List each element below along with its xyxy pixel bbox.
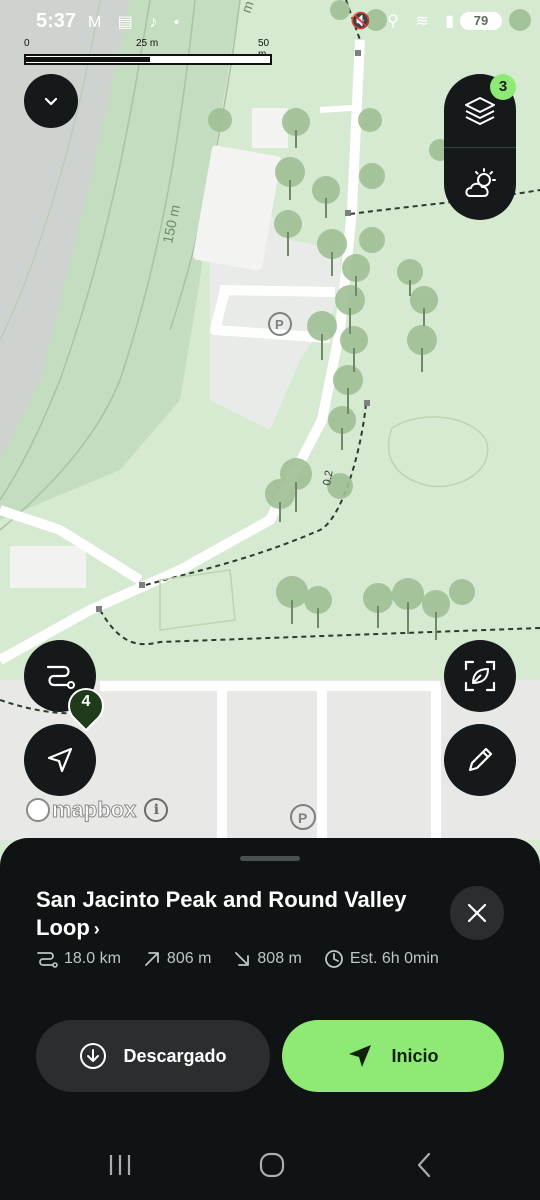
home-button[interactable] — [252, 1148, 292, 1182]
route-stats: 18.0 km 806 m 808 m Est. 6h 0min — [36, 946, 516, 972]
navigation-arrow-filled-icon — [349, 1045, 372, 1067]
system-navigation-bar — [0, 1130, 540, 1200]
recent-apps-button[interactable] — [100, 1148, 140, 1182]
stat-descent: 808 m — [233, 950, 302, 968]
pencil-icon — [468, 747, 493, 772]
route-icon — [46, 665, 75, 689]
distance-value: 18.0 km — [64, 950, 121, 967]
start-label: Inicio — [391, 1045, 439, 1066]
scale-label-start: 0 — [24, 38, 30, 49]
mapbox-wordmark: mapbox — [51, 797, 137, 823]
close-button[interactable] — [450, 886, 504, 940]
layers-icon — [465, 97, 495, 125]
duration-value: Est. 6h 0min — [349, 950, 439, 967]
clock-icon — [324, 950, 343, 968]
home-icon — [259, 1152, 285, 1178]
stat-duration: Est. 6h 0min — [324, 949, 439, 969]
identify-plant-button[interactable] — [444, 640, 516, 712]
layers-count-badge: 3 — [490, 74, 516, 100]
route-bottom-sheet: San Jacinto Peak and Round Valley Loop › … — [0, 838, 540, 1130]
start-button[interactable]: Inicio — [282, 1020, 504, 1092]
route-distance-icon — [37, 952, 58, 968]
downloaded-label: Descargado — [123, 1045, 227, 1066]
weather-sun-cloud-icon — [465, 168, 496, 197]
parking-label-lot: P — [298, 810, 307, 826]
parking-label: P — [275, 317, 284, 332]
route-title[interactable]: San Jacinto Peak and Round Valley Loop › — [36, 886, 436, 943]
notification-icons: M ▤ ♪ • — [88, 14, 186, 31]
sheet-drag-handle[interactable] — [240, 856, 300, 861]
scale-label-mid: 25 m — [136, 38, 159, 49]
back-button[interactable] — [404, 1148, 444, 1182]
recent-apps-icon — [109, 1155, 131, 1175]
download-circle-icon — [80, 1043, 107, 1069]
route-title-text: San Jacinto Peak and Round Valley Loop — [36, 887, 407, 940]
collapse-button[interactable] — [24, 74, 78, 128]
weather-button[interactable] — [444, 148, 516, 220]
scan-leaf-icon — [464, 660, 496, 692]
status-time: 5:37 — [36, 10, 77, 32]
scale-bar — [24, 54, 272, 65]
mapbox-attribution[interactable]: mapbox i — [26, 796, 169, 824]
system-icons: 🔇 ⚲ ≋ ▮ — [350, 13, 460, 30]
stat-ascent: 806 m — [143, 950, 211, 968]
battery-indicator: 79 — [460, 12, 502, 30]
arrow-up-right-icon — [145, 952, 159, 966]
waypoint-number: 4 — [81, 693, 91, 710]
info-icon[interactable]: i — [144, 798, 169, 822]
mapbox-logo-icon — [26, 798, 50, 822]
stat-distance: 18.0 km — [36, 949, 121, 969]
descent-value: 808 m — [257, 950, 302, 967]
my-location-button[interactable] — [24, 724, 96, 796]
navigation-arrow-icon — [47, 747, 73, 773]
chevron-down-icon — [44, 97, 58, 106]
map-scale-bar: 0 25 m 50 m — [24, 38, 274, 70]
ascent-value: 806 m — [166, 950, 212, 967]
close-icon — [467, 903, 487, 923]
back-arrow-icon — [417, 1152, 431, 1178]
chevron-right-icon: › — [93, 919, 100, 939]
arrow-down-right-icon — [235, 952, 250, 966]
edit-route-button[interactable] — [444, 724, 516, 796]
downloaded-button[interactable]: Descargado — [36, 1020, 270, 1092]
